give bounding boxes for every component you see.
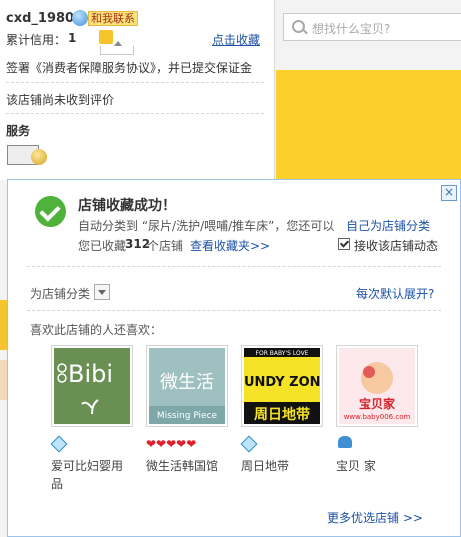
success-title: 店铺收藏成功！ <box>78 198 176 214</box>
receive-updates-label[interactable]: 接收该店铺动态 <box>354 237 438 254</box>
saved-prefix: 您已收藏 <box>78 239 127 253</box>
credit-value: 1 <box>68 31 77 45</box>
service-title: 服务 <box>6 124 31 138</box>
wangwang-icon[interactable] <box>72 10 88 26</box>
shop-logo-subtext: 周日地带 <box>254 406 310 423</box>
recommended-shop-logo[interactable]: FOR BABY'S LOVE SUNDY ZONE 周日地带 <box>241 345 323 427</box>
heart-rating-icon: ❤❤❤❤❤ <box>146 437 197 451</box>
recommended-shop-name[interactable]: 周日地带 <box>241 457 321 475</box>
credit-tooltip <box>100 41 134 55</box>
agreement-text: 签署《消费者保障服务协议》，并已提交保证金 <box>6 61 253 75</box>
recommended-shop-name[interactable]: 微生活韩国馆 <box>146 457 236 475</box>
shop-logo-text: 宝贝家 <box>359 396 396 411</box>
credit-label: 累计信用： <box>6 33 67 47</box>
close-icon[interactable]: × <box>441 185 457 201</box>
divider <box>6 82 264 83</box>
recommended-shop-logo[interactable]: Bibi <box>51 345 133 427</box>
also-like-title: 喜欢此店铺的人还喜欢： <box>30 323 163 337</box>
search-input[interactable]: 想找什么宝贝? <box>312 20 390 37</box>
favorite-shop-link[interactable]: 点击收藏 <box>212 31 260 48</box>
shop-logo-subtext: Missing Piece <box>157 411 218 421</box>
divider <box>27 266 441 267</box>
shop-logo-top: FOR BABY'S LOVE <box>256 350 309 357</box>
shop-banner <box>276 70 461 180</box>
custom-category-link[interactable]: 自己为店铺分类 <box>346 217 430 234</box>
no-review-text: 该店铺尚未收到评价 <box>6 93 115 107</box>
divider <box>27 310 441 311</box>
success-check-icon <box>35 196 66 227</box>
shop-category-label: 为店铺分类 <box>30 287 91 301</box>
shop-logo-text: SUNDY ZONE <box>244 375 320 390</box>
shop-logo-text: 微生活 <box>160 372 214 393</box>
shop-name[interactable]: cxd_1980 <box>6 11 74 26</box>
recommended-shop-logo[interactable]: 微生活 Missing Piece <box>146 345 228 427</box>
divider <box>6 113 264 114</box>
contact-seller-button[interactable]: 和我联系 <box>88 11 138 26</box>
auto-category-text: 自动分类到 “尿片/洗护/喂哺/推车床”，您还可以 <box>78 219 335 233</box>
search-icon <box>292 20 305 33</box>
recommended-shop-logo[interactable]: 宝贝家 www.baby006.com <box>336 345 418 427</box>
chevron-down-icon[interactable] <box>94 284 110 300</box>
service-seal-icon[interactable] <box>31 149 47 165</box>
shop-logo-text: Bibi <box>68 360 113 388</box>
shop-logo-subtext: www.baby006.com <box>344 413 411 421</box>
receive-updates-checkbox[interactable] <box>338 238 350 250</box>
more-shops-link[interactable]: 更多优选店铺 >> <box>327 509 423 526</box>
saved-suffix: 个店铺 <box>147 239 184 253</box>
default-expand-link[interactable]: 每次默认展开? <box>356 285 434 302</box>
credit-badge-icon <box>99 30 113 44</box>
view-favorites-link[interactable]: 查看收藏夹>> <box>190 237 270 254</box>
crown-rating-icon <box>338 436 352 448</box>
recommended-shop-name[interactable]: 爱可比妇婴用品 <box>51 457 131 493</box>
recommended-shop-name[interactable]: 宝贝 家 <box>336 457 416 475</box>
